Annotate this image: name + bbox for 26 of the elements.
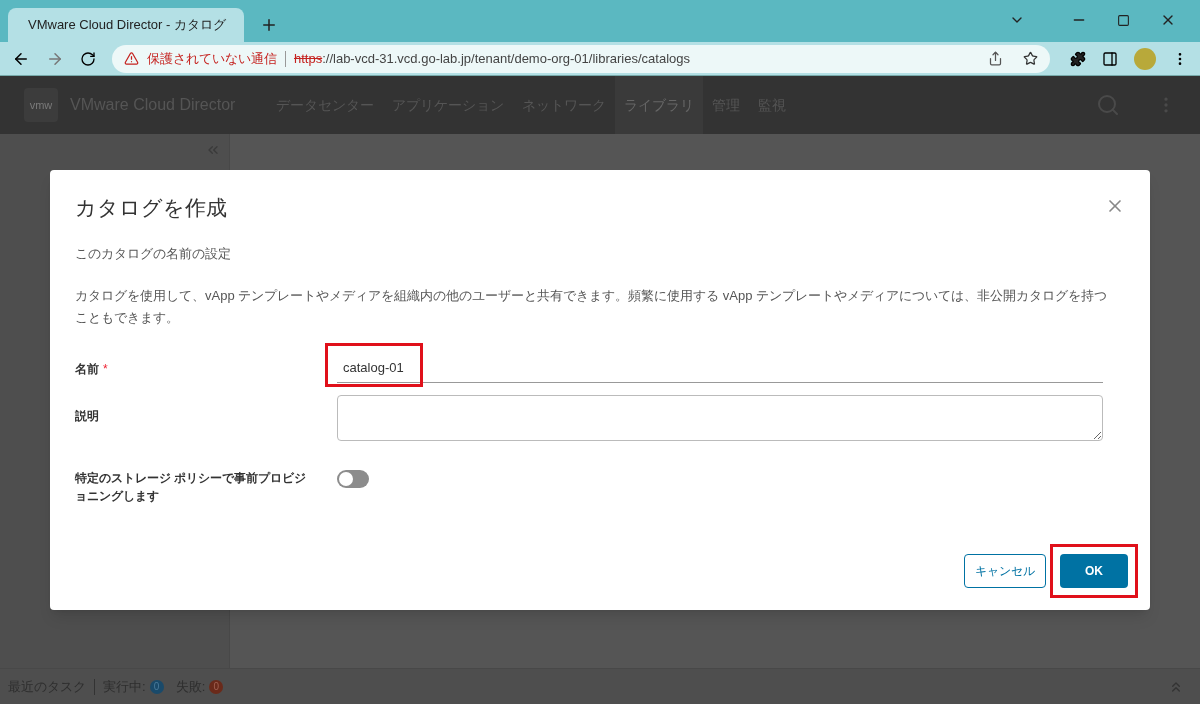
toggle-label: 特定のストレージ ポリシーで事前プロビジョニングします bbox=[75, 470, 308, 505]
security-label: 保護されていない通信 bbox=[147, 49, 277, 68]
dialog-title: カタログを作成 bbox=[75, 195, 228, 221]
maximize-icon[interactable] bbox=[1117, 13, 1130, 27]
share-icon[interactable] bbox=[988, 51, 1003, 66]
field-label: 名前 bbox=[75, 362, 99, 376]
cancel-button[interactable]: キャンセル bbox=[964, 554, 1046, 588]
ok-button[interactable]: OK bbox=[1060, 554, 1128, 588]
storage-toggle[interactable] bbox=[337, 470, 369, 488]
required-mark: * bbox=[103, 362, 108, 376]
warning-icon bbox=[124, 51, 139, 66]
name-field[interactable]: catalog-01 bbox=[337, 353, 1103, 383]
description-field[interactable] bbox=[337, 395, 1103, 441]
logo: vmw bbox=[24, 88, 58, 122]
new-tab-icon[interactable] bbox=[260, 16, 278, 34]
star-icon[interactable] bbox=[1023, 51, 1038, 66]
field-label: 説明 bbox=[75, 408, 100, 425]
browser-tab[interactable]: VMware Cloud Director - カタログ bbox=[8, 8, 244, 42]
puzzle-icon[interactable] bbox=[1070, 50, 1086, 67]
dialog-subtitle: このカタログの名前の設定 bbox=[75, 244, 232, 263]
reload-icon[interactable] bbox=[80, 50, 96, 67]
address-bar[interactable]: 保護されていない通信 https://lab-vcd-31.vcd.go-lab.jp/tenant/demo-org-01/libraries/catalogs bbox=[112, 44, 1050, 73]
side-panel-icon[interactable] bbox=[1102, 50, 1118, 67]
dialog-description: カタログを使用して、vApp テンプレートやメディアを組織内の他のユーザーと共有できます。頻繁に使用する vApp テンプレートやメディアについては、非公開カタログを持つこともできます。 bbox=[75, 287, 1109, 327]
tab-title: VMware Cloud Director - カタログ bbox=[28, 16, 226, 35]
url-text: https://lab-vcd-31.vcd.go-lab.jp/tenant/demo-org-01/libraries/catalogs bbox=[294, 49, 691, 68]
